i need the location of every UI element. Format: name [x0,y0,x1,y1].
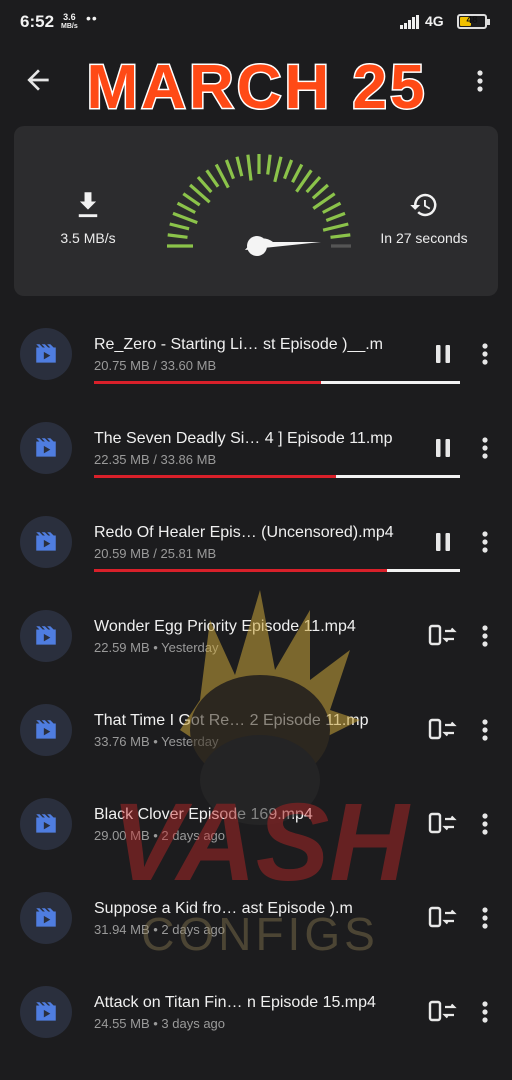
gauge-tick [246,154,253,181]
gauge-tick [322,222,349,232]
network-speed-indicator: 3.6 MB/s [61,12,78,32]
current-download-speed: 3.5 MB/s [60,230,116,246]
file-name: That Time I Got Re… 2 Episode 11.mp [94,712,369,729]
video-file-icon [20,892,72,944]
file-meta: 22.35 MB / 33.86 MB [94,452,217,467]
open-in-app-icon[interactable] [426,716,460,744]
signal-strength-icon [400,15,419,29]
download-progress-fill [94,475,336,478]
video-file-icon [20,704,72,756]
gauge-tick [283,159,294,180]
download-progress-bar [94,475,460,478]
date-banner-text: MARCH 25 [87,54,428,120]
back-arrow-icon[interactable] [22,64,54,96]
gauge-tick [169,222,190,231]
video-file-icon [20,986,72,1038]
date-banner: MARCH 25 [85,54,428,120]
more-vert-icon[interactable] [474,716,496,744]
file-meta: 31.94 MB • 2 days ago [94,922,226,937]
download-speed-card: 3.5 MB/s In 27 seconds [14,126,498,296]
more-vert-icon[interactable] [474,622,496,650]
history-icon [410,193,437,217]
download-progress-bar [94,381,460,384]
battery-icon: 48 [457,14,487,29]
download-row[interactable]: That Time I Got Re… 2 Episode 11.mp 33.76… [0,676,512,770]
video-file-icon [20,516,72,568]
file-name: Suppose a Kid fro… ast Episode ).m [94,900,353,917]
download-row[interactable]: Redo Of Healer Epis… (Uncensored).mp4 20.… [0,488,512,582]
gauge-tick [305,176,322,194]
download-row[interactable]: Wonder Egg Priority Episode 11.mp4 22.59 … [0,582,512,676]
gauge-tick [311,183,329,200]
notification-dots: •• [86,10,98,26]
download-icon [78,192,98,218]
more-vert-icon[interactable] [474,998,496,1026]
gauge-tick [291,163,304,183]
gauge-tick [205,169,220,188]
file-name: Attack on Titan Fin… n Episode 15.mp4 [94,994,376,1011]
gauge-tick [235,156,244,177]
open-in-app-icon[interactable] [426,810,460,838]
gauge-tick [172,211,198,225]
file-name: Redo Of Healer Epis… (Uncensored).mp4 [94,524,394,541]
file-meta: 20.75 MB / 33.60 MB [94,358,217,373]
file-name: Black Clover Episode 169.mp4 [94,806,313,823]
video-file-icon [20,798,72,850]
file-meta: 29.00 MB • 2 days ago [94,828,226,843]
battery-percent: 48 [466,15,478,26]
download-progress-fill [94,381,321,384]
time-remaining: In 27 seconds [380,230,468,246]
more-vert-icon[interactable] [474,434,496,462]
download-progress-fill [94,569,387,572]
network-speed-value: 3.6 [63,12,76,22]
gauge-tick [182,192,201,207]
file-meta: 22.59 MB • Yesterday [94,640,219,655]
video-file-icon [20,328,72,380]
network-type: 4G [425,13,444,29]
gauge-hub [247,236,267,256]
more-vert-icon[interactable] [474,904,496,932]
file-name: The Seven Deadly Si… 4 ] Episode 11.mp [94,430,393,447]
status-bar: 6:52 3.6 MB/s •• 4G 48 [0,0,512,44]
file-meta: 24.55 MB • 3 days ago [94,1016,226,1031]
network-speed-unit: MB/s [61,23,78,30]
file-meta: 20.59 MB / 25.81 MB [94,546,217,561]
more-vert-icon[interactable] [474,340,496,368]
gauge-tick [224,159,235,180]
download-row[interactable]: Re_Zero - Starting Li… st Episode )__.m 2… [0,300,512,394]
gauge-tick [330,233,351,239]
pause-icon[interactable] [426,340,460,368]
video-file-icon [20,422,72,474]
download-row[interactable]: Suppose a Kid fro… ast Episode ).m 31.94 … [0,864,512,958]
gauge-tick [176,201,196,214]
gauge-tick [325,211,346,222]
more-vert-icon[interactable] [474,528,496,556]
gauge-tick [266,154,272,175]
more-vert-icon[interactable] [474,810,496,838]
gauge-tick [322,201,342,214]
open-in-app-icon[interactable] [426,622,460,650]
gauge-tick [167,233,188,239]
video-file-icon [20,610,72,662]
download-progress-bar [94,569,460,572]
file-meta: 33.76 MB • Yesterday [94,734,219,749]
gauge-tick [273,156,283,183]
open-in-app-icon[interactable] [426,904,460,932]
open-in-app-icon[interactable] [426,998,460,1026]
top-app-bar: MARCH 25 [0,44,512,124]
file-name: Wonder Egg Priority Episode 11.mp4 [94,618,356,635]
battery-cap [487,19,490,25]
speed-gauge [167,154,351,256]
pause-icon[interactable] [426,434,460,462]
download-row[interactable]: The Seven Deadly Si… 4 ] Episode 11.mp 22… [0,394,512,488]
more-vert-icon[interactable] [470,66,490,96]
file-name: Re_Zero - Starting Li… st Episode )__.m [94,336,384,353]
download-row[interactable]: Black Clover Episode 169.mp4 29.00 MB • 2… [0,770,512,864]
status-time: 6:52 [20,12,55,31]
pause-icon[interactable] [426,528,460,556]
gauge-tick [196,176,213,194]
download-row[interactable]: Attack on Titan Fin… n Episode 15.mp4 24.… [0,958,512,1052]
